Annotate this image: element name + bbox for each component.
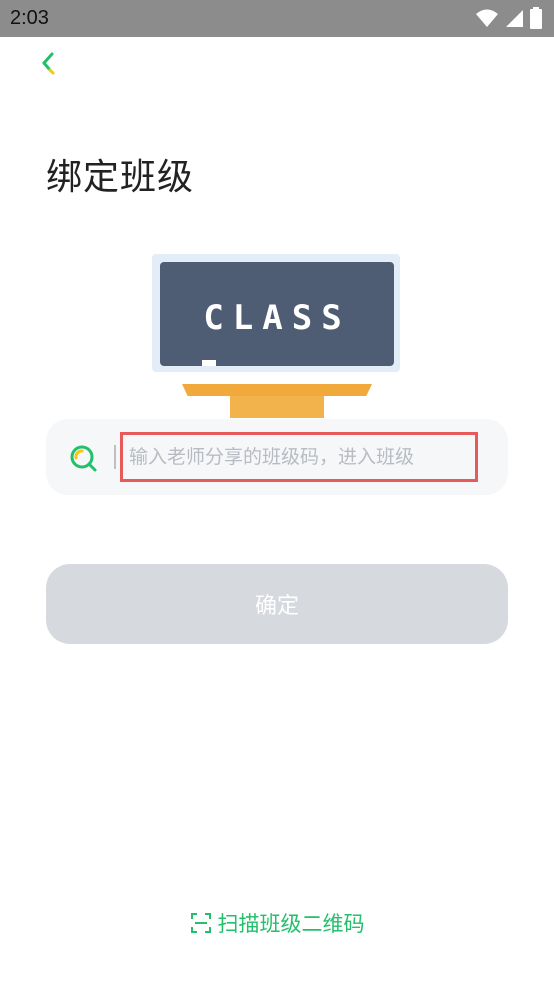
battery-icon (530, 7, 542, 29)
chalk (202, 360, 216, 366)
page-title: 绑定班级 (46, 157, 195, 198)
blackboard-text: CLASS (203, 298, 351, 338)
scan-label: 扫描班级二维码 (217, 912, 365, 936)
class-code-search-box[interactable] (46, 419, 508, 495)
chevron-left-icon (42, 52, 55, 75)
signal-icon (506, 10, 523, 27)
back-button[interactable] (36, 50, 64, 78)
status-time: 2:03 (10, 7, 49, 29)
wifi-icon (476, 9, 498, 27)
scan-icon (190, 913, 211, 933)
class-code-input[interactable] (120, 432, 478, 482)
desk-top (182, 384, 372, 396)
confirm-button[interactable]: 确定 (46, 564, 508, 644)
status-bar: 2:03 (0, 0, 554, 37)
status-icons (476, 6, 542, 30)
desk-body (230, 396, 324, 418)
scan-qr-code-link[interactable]: 扫描班级二维码 (0, 906, 554, 940)
search-icon (70, 445, 97, 472)
classroom-illustration: CLASS (152, 254, 402, 424)
text-cursor (114, 445, 116, 469)
blackboard: CLASS (160, 262, 394, 366)
